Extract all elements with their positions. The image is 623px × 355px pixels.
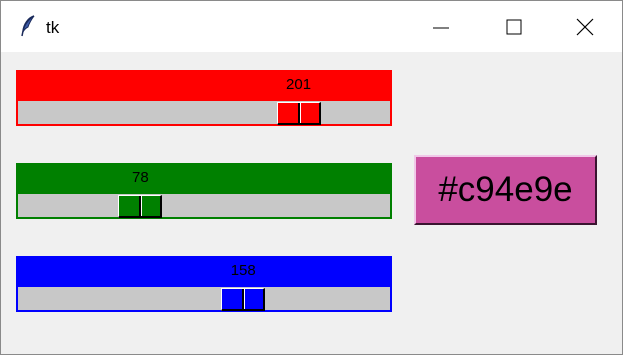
color-hex-label: #c94e9e <box>438 170 573 209</box>
green-value-label: 78 <box>131 169 149 186</box>
minimize-button[interactable] <box>406 1 476 52</box>
green-scale: 78 <box>16 163 392 219</box>
red-value-label: 201 <box>286 76 312 93</box>
blue-scale-trough[interactable] <box>16 285 392 312</box>
maximize-button[interactable] <box>479 1 549 52</box>
title-bar[interactable]: tk <box>1 1 622 52</box>
close-icon <box>576 18 594 36</box>
blue-scale: 158 <box>16 256 392 312</box>
close-button[interactable] <box>550 1 620 52</box>
color-swatch: #c94e9e <box>414 155 597 225</box>
tk-window: tk 201 78 158 #c94e9e <box>0 0 623 355</box>
window-title: tk <box>46 18 60 37</box>
red-scale: 201 <box>16 70 392 126</box>
blue-value-label: 158 <box>230 262 256 279</box>
minimize-icon <box>433 27 449 29</box>
green-scale-trough[interactable] <box>16 192 392 219</box>
red-scale-trough[interactable] <box>16 99 392 126</box>
maximize-icon <box>506 19 522 35</box>
blue-slider-thumb[interactable] <box>221 288 266 311</box>
feather-icon <box>19 15 37 37</box>
green-slider-thumb[interactable] <box>118 195 163 218</box>
red-slider-thumb[interactable] <box>276 102 321 125</box>
